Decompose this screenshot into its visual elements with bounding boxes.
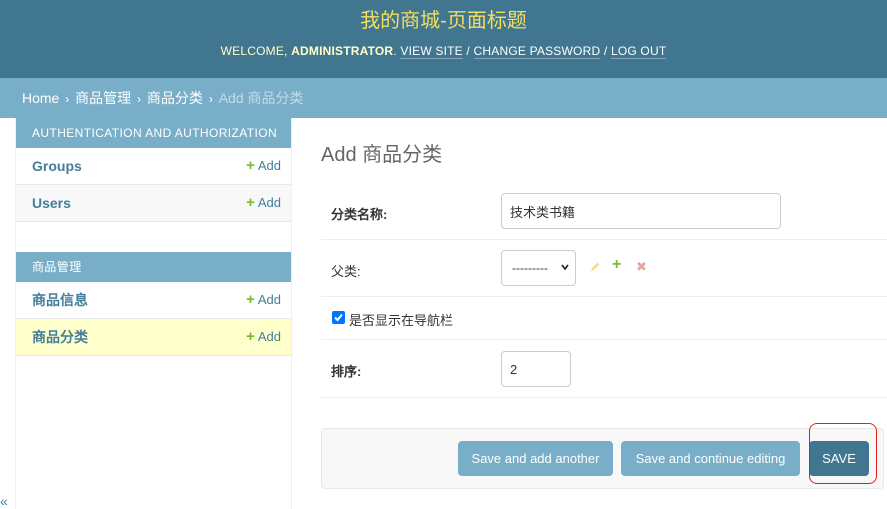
header: 我的商城-页面标题 WELCOME, ADMINISTRATOR. VIEW S… (0, 0, 887, 78)
add-groups-link[interactable]: + Add (246, 148, 281, 184)
breadcrumb: Home › 商品管理 › 商品分类 › Add 商品分类 (0, 78, 887, 118)
parent-label: 父类: (331, 264, 361, 279)
sidebar-item-goods-info: 商品信息 + Add (16, 282, 291, 319)
highlight-box (809, 423, 877, 484)
sidebar-link-goods-info[interactable]: 商品信息 (32, 282, 88, 318)
show-in-nav-label[interactable]: 是否显示在导航栏 (349, 310, 453, 329)
add-goods-category-link[interactable]: + Add (246, 319, 281, 355)
pencil-icon[interactable] (589, 260, 601, 276)
add-label: Add (257, 329, 281, 344)
plus-icon: + (246, 194, 255, 211)
plus-icon: + (246, 328, 255, 345)
sidebar-collapse-toggle[interactable]: « (0, 493, 8, 509)
breadcrumb-home[interactable]: Home (22, 90, 59, 106)
chevron-down-icon (561, 264, 569, 271)
site-title: 我的商城-页面标题 (360, 10, 527, 32)
breadcrumb-separator: › (65, 92, 70, 106)
add-goods-info-link[interactable]: + Add (246, 282, 281, 318)
change-password-link[interactable]: CHANGE PASSWORD (473, 44, 601, 59)
separator: / (466, 44, 470, 58)
add-label: Add (257, 158, 281, 173)
plus-icon[interactable]: + (612, 257, 621, 273)
module-caption-auth[interactable]: AUTHENTICATION AND AUTHORIZATION (16, 118, 291, 148)
add-users-link[interactable]: + Add (246, 185, 281, 221)
show-in-nav-checkbox[interactable] (332, 311, 345, 324)
save-and-add-another-button[interactable]: Save and add another (458, 441, 613, 476)
breadcrumb-current: Add 商品分类 (218, 90, 304, 106)
breadcrumb-separator: › (208, 92, 213, 106)
sidebar-link-users[interactable]: Users (32, 185, 71, 221)
module-caption-shop[interactable]: 商品管理 (16, 252, 291, 282)
checkmark-icon (334, 313, 343, 322)
sidebar-item-groups: Groups + Add (16, 148, 291, 185)
parent-select-value: --------- (512, 261, 548, 275)
nav-sidebar: AUTHENTICATION AND AUTHORIZATION Groups … (15, 118, 292, 509)
add-label: Add (257, 195, 281, 210)
username: ADMINISTRATOR (291, 44, 394, 58)
x-icon[interactable]: ✖ (636, 259, 647, 275)
separator: / (603, 44, 608, 58)
sidebar-link-goods-category[interactable]: 商品分类 (32, 319, 88, 355)
view-site-link[interactable]: VIEW SITE (400, 44, 463, 59)
page-title: Add 商品分类 (321, 144, 443, 166)
form-row-order: 排序: (321, 340, 887, 398)
plus-icon: + (246, 291, 255, 308)
category-name-input[interactable] (501, 193, 781, 229)
order-label: 排序: (331, 364, 362, 379)
name-label: 分类名称: (331, 207, 388, 222)
parent-select[interactable]: --------- (501, 250, 576, 286)
sidebar-link-groups[interactable]: Groups (32, 148, 82, 184)
welcome-text: WELCOME, (220, 44, 288, 58)
breadcrumb-separator: › (137, 92, 142, 106)
log-out-link[interactable]: LOG OUT (610, 44, 667, 59)
breadcrumb-model[interactable]: 商品分类 (147, 90, 203, 106)
user-tools: WELCOME, ADMINISTRATOR. VIEW SITE / CHAN… (220, 44, 667, 59)
plus-icon: + (246, 157, 255, 174)
order-input[interactable] (501, 351, 571, 387)
sidebar-item-users: Users + Add (16, 185, 291, 222)
save-and-continue-button[interactable]: Save and continue editing (621, 441, 800, 476)
breadcrumb-app[interactable]: 商品管理 (75, 90, 131, 106)
add-label: Add (257, 292, 281, 307)
sidebar-item-goods-category: 商品分类 + Add (16, 319, 291, 356)
form-row-parent: 父类: (321, 240, 887, 297)
